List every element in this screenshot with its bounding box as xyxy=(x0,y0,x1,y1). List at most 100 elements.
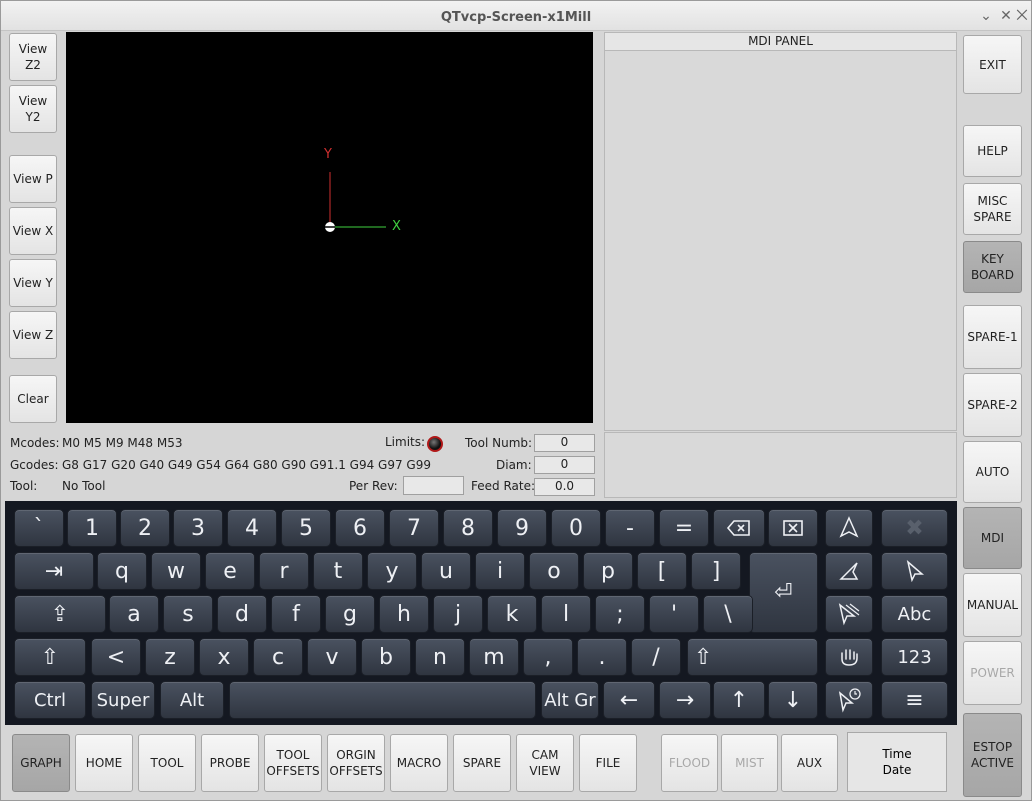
key-less-than[interactable]: < xyxy=(91,638,141,676)
key-p[interactable]: p xyxy=(583,552,633,590)
numeric-mode-key[interactable]: 123 xyxy=(881,638,948,676)
key-apostrophe[interactable]: ' xyxy=(649,595,699,633)
key-e[interactable]: e xyxy=(205,552,255,590)
select-cursor-icon[interactable] xyxy=(825,595,873,633)
graphics-view[interactable]: Y X xyxy=(66,32,593,423)
key-3[interactable]: 3 xyxy=(173,509,223,547)
tab-tool[interactable]: TOOL xyxy=(138,734,196,792)
key-l[interactable]: l xyxy=(541,595,591,633)
cursor-left-icon[interactable] xyxy=(825,552,873,590)
power-button[interactable]: POWER xyxy=(963,641,1022,705)
alt-key[interactable]: Alt xyxy=(160,681,224,719)
key-y[interactable]: y xyxy=(367,552,417,590)
keyboard-button[interactable]: KEY BOARD xyxy=(963,241,1022,293)
key-z[interactable]: z xyxy=(145,638,195,676)
auto-button[interactable]: AUTO xyxy=(963,441,1022,503)
key-9[interactable]: 9 xyxy=(497,509,547,547)
key-q[interactable]: q xyxy=(97,552,147,590)
shift-right-icon[interactable]: ⇧ xyxy=(687,638,818,676)
minimize-icon[interactable]: ⌄ xyxy=(977,7,995,25)
key-5[interactable]: 5 xyxy=(281,509,331,547)
key-right-bracket[interactable]: ] xyxy=(691,552,741,590)
key-a[interactable]: a xyxy=(109,595,159,633)
backspace-icon[interactable] xyxy=(713,509,765,547)
alt-gr-key[interactable]: Alt Gr xyxy=(541,681,599,719)
key-i[interactable]: i xyxy=(475,552,525,590)
cursor-timer-icon[interactable] xyxy=(825,681,873,719)
tab-tool-offsets[interactable]: TOOL OFFSETS xyxy=(264,734,322,792)
cursor-up-icon[interactable] xyxy=(825,509,873,547)
key-8[interactable]: 8 xyxy=(443,509,493,547)
view-p-button[interactable]: View P xyxy=(9,155,57,203)
key-s[interactable]: s xyxy=(163,595,213,633)
close-icon[interactable]: ⨉ xyxy=(1013,7,1031,25)
caps-lock-icon[interactable]: ⇪ xyxy=(14,595,106,633)
key-w[interactable]: w xyxy=(151,552,201,590)
arrow-up-icon[interactable]: ↑ xyxy=(713,681,765,719)
tab-orgin-offsets[interactable]: ORGIN OFFSETS xyxy=(327,734,385,792)
key-left-bracket[interactable]: [ xyxy=(637,552,687,590)
tab-file[interactable]: FILE xyxy=(579,734,637,792)
cursor-right-icon[interactable] xyxy=(881,552,948,590)
mdi-button[interactable]: MDI xyxy=(963,507,1022,569)
mdi-input[interactable] xyxy=(604,432,957,498)
super-key[interactable]: Super xyxy=(91,681,155,719)
key-m[interactable]: m xyxy=(469,638,519,676)
help-button[interactable]: HELP xyxy=(963,125,1022,177)
space-bar[interactable] xyxy=(229,681,536,719)
key-backslash[interactable]: \ xyxy=(703,595,753,633)
tab-spare[interactable]: SPARE xyxy=(453,734,511,792)
key-n[interactable]: n xyxy=(415,638,465,676)
estop-button[interactable]: ESTOP ACTIVE xyxy=(963,713,1022,797)
close-keyboard-icon[interactable]: ✖ xyxy=(881,509,948,547)
menu-icon[interactable]: ≡ xyxy=(881,681,948,719)
tab-icon[interactable]: ⇥ xyxy=(14,552,94,590)
key-j[interactable]: j xyxy=(433,595,483,633)
mist-button[interactable]: MIST xyxy=(721,734,778,792)
clear-button[interactable]: Clear xyxy=(9,375,57,423)
key-slash[interactable]: / xyxy=(631,638,681,676)
manual-button[interactable]: MANUAL xyxy=(963,573,1022,637)
arrow-left-icon[interactable]: ← xyxy=(603,681,655,719)
view-z2-button[interactable]: View Z2 xyxy=(9,33,57,81)
key-r[interactable]: r xyxy=(259,552,309,590)
key-equals[interactable]: = xyxy=(659,509,709,547)
tab-cam-view[interactable]: CAM VIEW xyxy=(516,734,574,792)
key-f[interactable]: f xyxy=(271,595,321,633)
hand-icon[interactable] xyxy=(825,638,873,676)
key-semicolon[interactable]: ; xyxy=(595,595,645,633)
key-1[interactable]: 1 xyxy=(67,509,117,547)
key-x[interactable]: x xyxy=(199,638,249,676)
view-z-button[interactable]: View Z xyxy=(9,311,57,359)
misc-spare-button[interactable]: MISC SPARE xyxy=(963,183,1022,235)
spare-1-button[interactable]: SPARE-1 xyxy=(963,305,1022,369)
key-2[interactable]: 2 xyxy=(120,509,170,547)
tab-graph[interactable]: GRAPH xyxy=(12,734,70,792)
key-d[interactable]: d xyxy=(217,595,267,633)
key-backtick[interactable]: ` xyxy=(14,509,64,547)
key-c[interactable]: c xyxy=(253,638,303,676)
mdi-history[interactable] xyxy=(604,51,957,431)
key-b[interactable]: b xyxy=(361,638,411,676)
view-y2-button[interactable]: View Y2 xyxy=(9,85,57,133)
key-t[interactable]: t xyxy=(313,552,363,590)
view-x-button[interactable]: View X xyxy=(9,207,57,255)
aux-button[interactable]: AUX xyxy=(781,734,838,792)
abc-mode-key[interactable]: Abc xyxy=(881,595,948,633)
key-minus[interactable]: - xyxy=(605,509,655,547)
arrow-down-icon[interactable]: ↓ xyxy=(768,681,818,719)
key-7[interactable]: 7 xyxy=(389,509,439,547)
key-o[interactable]: o xyxy=(529,552,579,590)
arrow-right-icon[interactable]: → xyxy=(659,681,711,719)
flood-button[interactable]: FLOOD xyxy=(661,734,718,792)
key-6[interactable]: 6 xyxy=(335,509,385,547)
ctrl-key[interactable]: Ctrl xyxy=(14,681,86,719)
key-h[interactable]: h xyxy=(379,595,429,633)
exit-button[interactable]: EXIT xyxy=(963,35,1022,94)
enter-icon[interactable]: ⏎ xyxy=(749,552,818,633)
spare-2-button[interactable]: SPARE-2 xyxy=(963,373,1022,437)
tab-macro[interactable]: MACRO xyxy=(390,734,448,792)
key-0[interactable]: 0 xyxy=(551,509,601,547)
tab-probe[interactable]: PROBE xyxy=(201,734,259,792)
key-g[interactable]: g xyxy=(325,595,375,633)
